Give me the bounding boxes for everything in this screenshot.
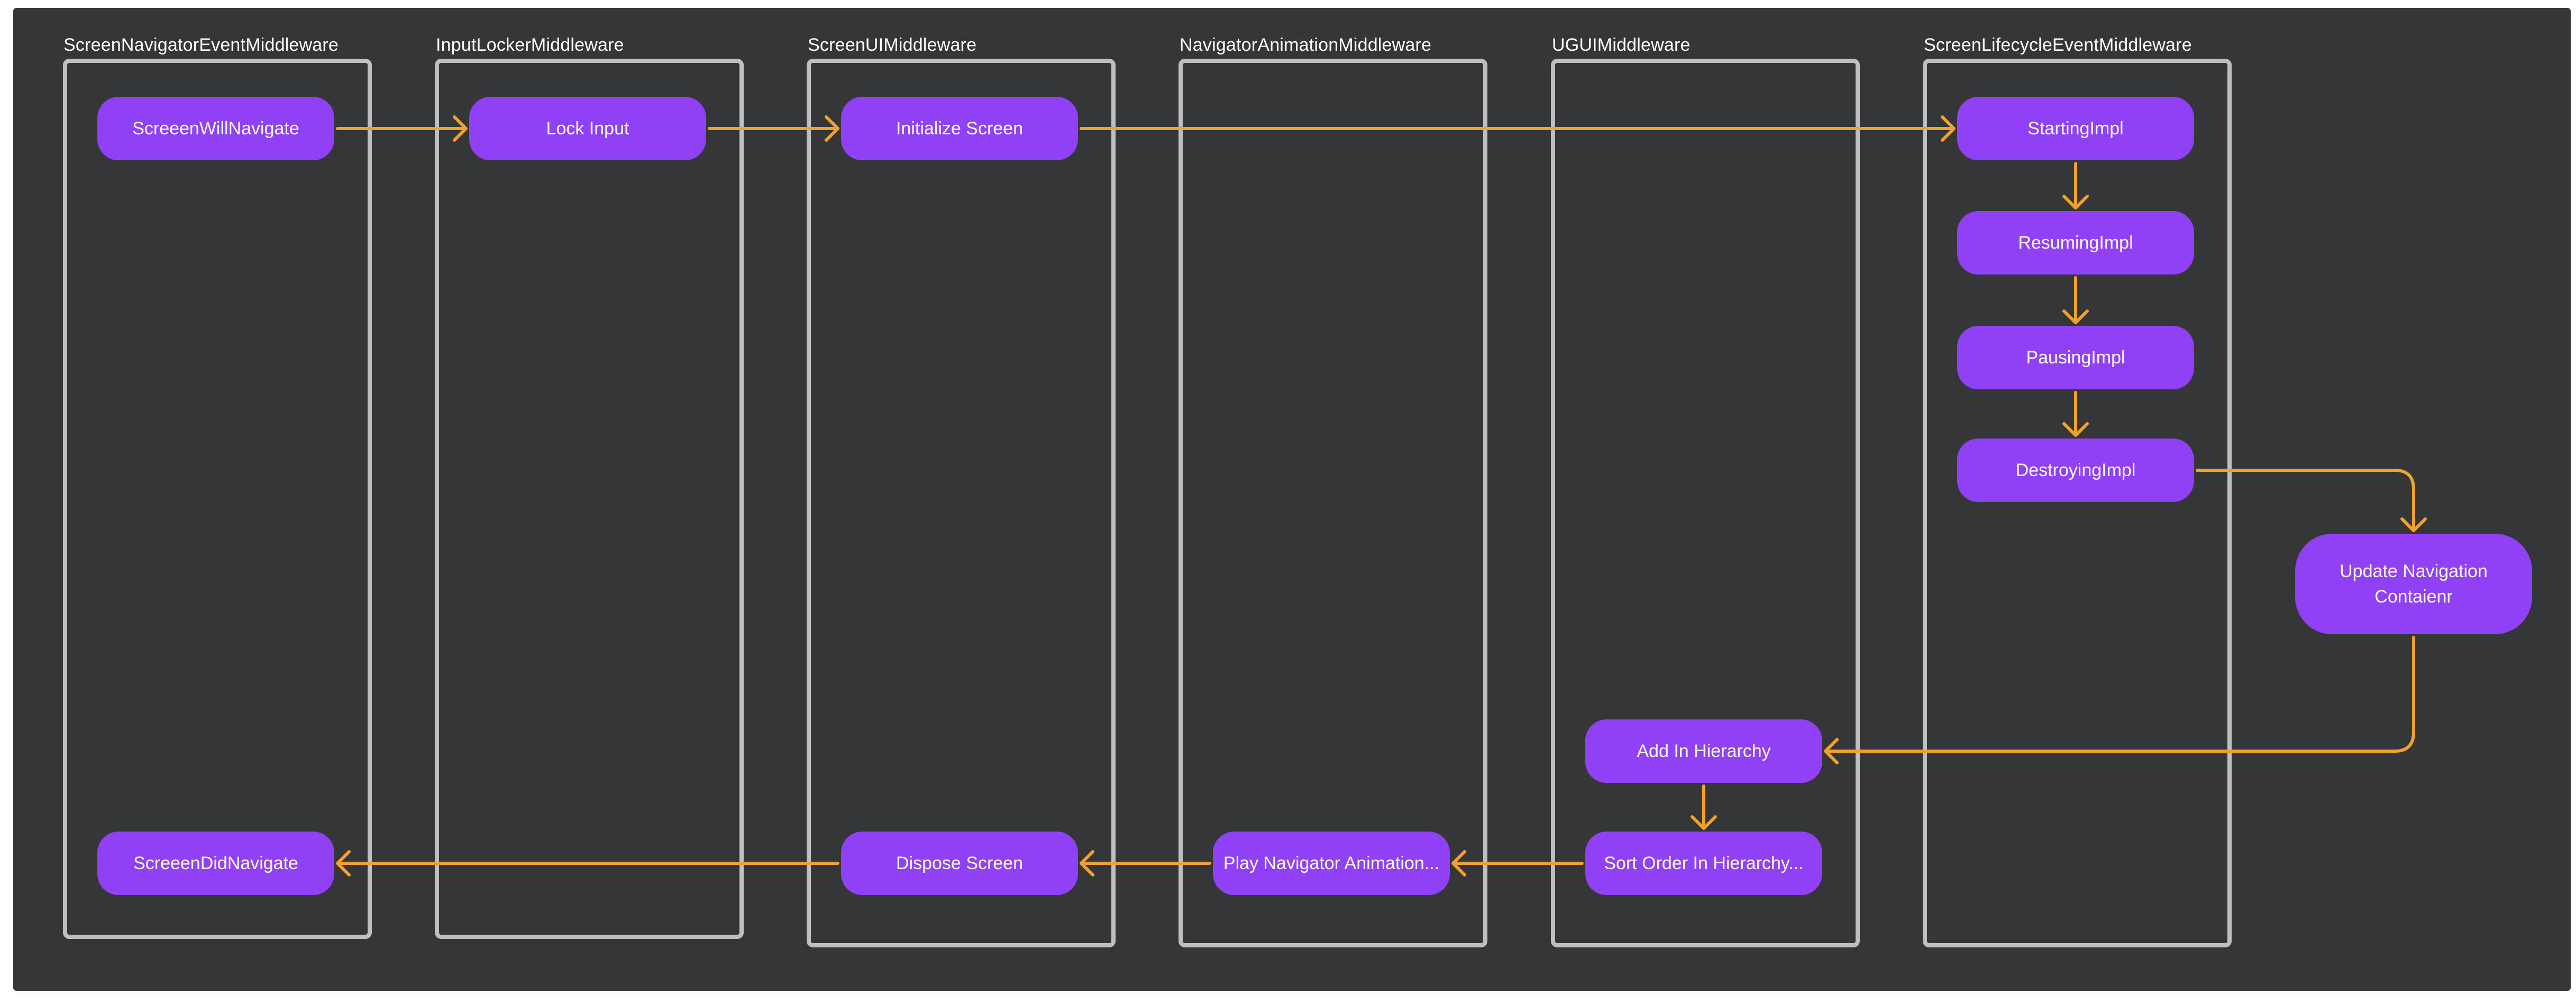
arrow-sort-order-in-hierarchy-to-play-navigator-animation xyxy=(1451,850,1584,877)
node-lock-input: Lock Input xyxy=(469,97,706,160)
arrow-lock-input-to-initialize-screen xyxy=(708,115,839,142)
node-add-in-hierarchy: Add In Hierarchy xyxy=(1585,719,1822,783)
node-pausing-impl: PausingImpl xyxy=(1957,326,2194,389)
arrow-resuming-impl-to-pausing-impl xyxy=(2062,276,2089,324)
arrow-screen-will-navigate-to-lock-input xyxy=(336,115,468,142)
node-destroying-impl: DestroyingImpl xyxy=(1957,439,2194,502)
node-starting-impl: StartingImpl xyxy=(1957,97,2194,160)
node-resuming-impl: ResumingImpl xyxy=(1957,211,2194,275)
node-dispose-screen: Dispose Screen xyxy=(841,832,1078,895)
arrow-dispose-screen-to-screen-did-navigate xyxy=(336,850,839,877)
node-initialize-screen: Initialize Screen xyxy=(841,97,1078,160)
diagram-canvas: ScreenNavigatorEventMiddleware InputLock… xyxy=(13,8,2571,991)
arrow-play-navigator-animation-to-dispose-screen xyxy=(1080,850,1211,877)
node-screen-will-navigate: ScreeenWillNavigate xyxy=(97,97,334,160)
node-play-navigator-animation: Play Navigator Animation... xyxy=(1213,832,1450,895)
node-screen-did-navigate: ScreeenDidNavigate xyxy=(97,832,334,895)
arrow-starting-impl-to-resuming-impl xyxy=(2062,162,2089,209)
arrow-add-in-hierarchy-to-sort-order-in-hierarchy xyxy=(1691,784,1717,830)
arrow-destroying-impl-to-update-navigation-container xyxy=(2196,469,2427,532)
arrow-update-navigation-container-to-add-in-hierarchy xyxy=(1824,636,2415,764)
arrow-pausing-impl-to-destroying-impl xyxy=(2062,391,2089,437)
node-update-navigation-container: Update Navigation Contaienr xyxy=(2295,534,2532,634)
arrow-initialize-screen-to-starting-impl xyxy=(1080,115,1956,142)
node-sort-order-in-hierarchy: Sort Order In Hierarchy... xyxy=(1585,832,1822,895)
